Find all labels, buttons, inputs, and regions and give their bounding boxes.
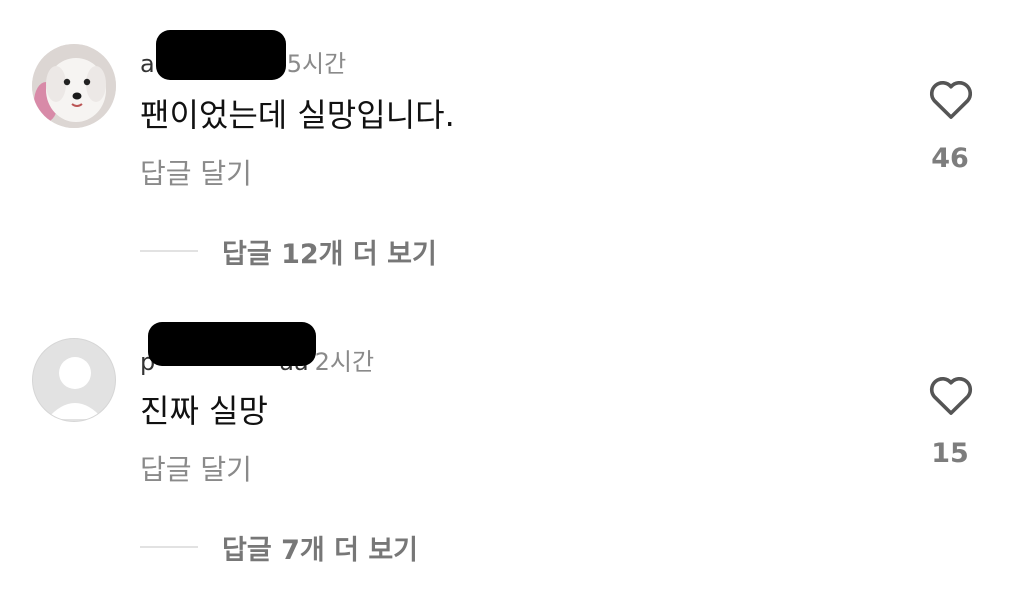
view-more-replies-button[interactable]: 답글 7개 더 보기 — [222, 528, 418, 567]
comment-item: paa2시간 진짜 실망 답글 달기 답글 7개 더 보기 15 — [0, 0, 1024, 594]
comment-text: 진짜 실망 — [140, 392, 268, 430]
user-avatar[interactable] — [32, 338, 116, 422]
heart-outline-icon[interactable] — [928, 374, 974, 416]
like-count: 15 — [931, 438, 969, 469]
person-silhouette-icon — [47, 357, 103, 419]
comment-time: 2시간 — [314, 348, 375, 376]
redaction-mark — [148, 322, 316, 366]
replies-divider — [140, 546, 198, 548]
reply-button[interactable]: 답글 달기 — [140, 448, 252, 488]
